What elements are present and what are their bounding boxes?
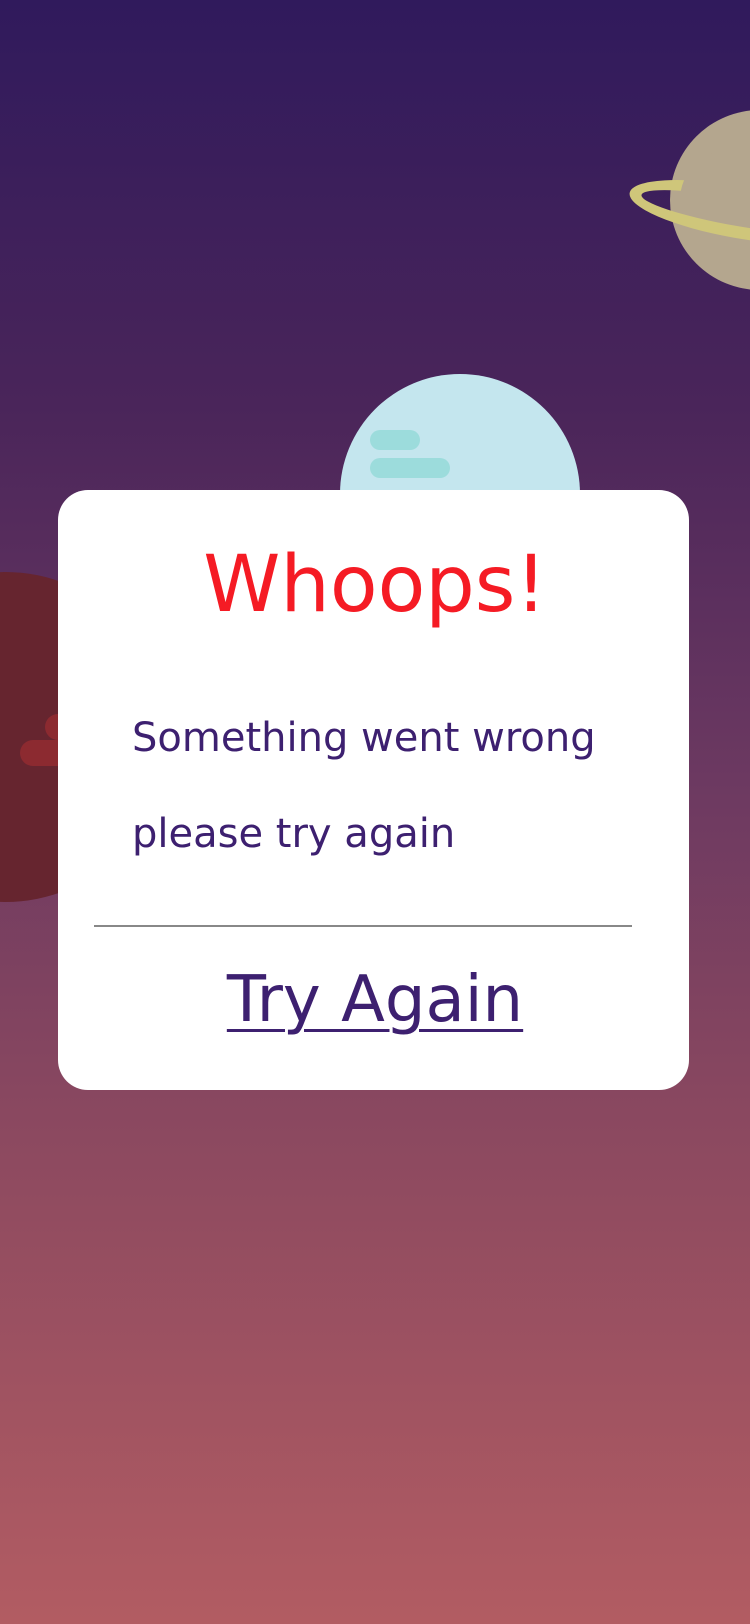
divider — [94, 925, 632, 927]
error-message: Something went wrong please try again — [132, 690, 652, 882]
error-title: Whoops! — [203, 540, 547, 630]
try-again-link[interactable]: Try Again — [0, 955, 750, 1045]
error-message-line-1: Something went wrong — [132, 715, 596, 761]
try-again-label[interactable]: Try Again — [227, 963, 523, 1037]
error-message-line-2: please try again — [132, 811, 456, 857]
